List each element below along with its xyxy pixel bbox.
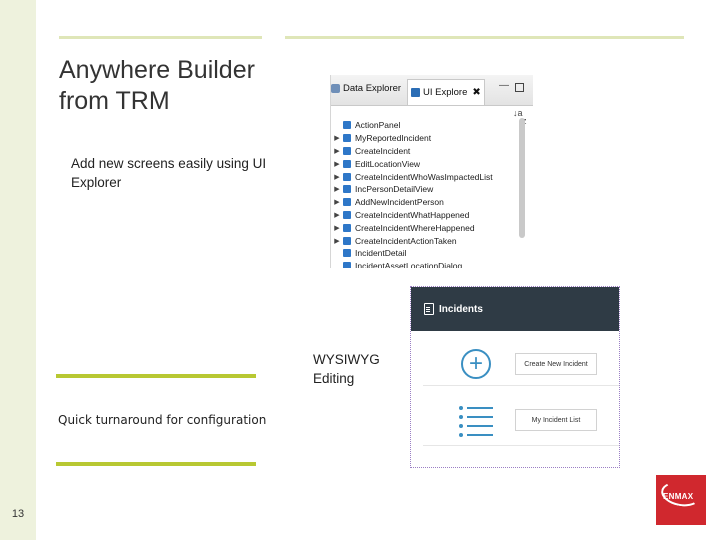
left-strip [0,0,36,540]
top-divider-right [285,36,684,39]
tree-item-label: EditLocationView [355,158,421,169]
tree-item-label: IncPersonDetailView [355,184,434,195]
screen-node-icon [343,146,351,155]
screen-node-icon [343,223,351,232]
add-circle-icon[interactable]: + [461,349,491,379]
tree-item-label: MyReportedIncident [355,133,432,144]
tree-item[interactable]: ▶ EditLocationView [331,157,521,170]
tree-item-label: IncidentAssetLocationDialog [355,261,463,268]
tree-item[interactable]: IncidentDetail [331,247,521,260]
tab-ui-explorer-label: UI Explore [423,87,468,98]
tree-item-label: CreateIncidentWhatHappened [355,209,470,220]
screen-node-icon [343,262,351,268]
wysiwyg-preview: Incidents + Create New Incident My Incid… [410,286,620,468]
tree-item-label: CreateIncidentActionTaken [355,235,457,246]
tree-item-label: CreateIncident [355,145,411,156]
wysiwyg-caption-line-1: WYSIWYG [313,352,380,367]
tree-item-label: CreateIncidentWhoWasImpactedList [355,171,493,182]
explorer-tab-bar: Data Explorer UI Explore ✖ ― [331,75,533,106]
top-divider-left [59,36,262,39]
expand-arrow-icon[interactable]: ▶ [331,211,343,219]
create-incident-row: + Create New Incident [423,339,619,386]
database-icon [331,84,340,93]
logo-text: ENMAX [663,492,694,501]
slide-title: Anywhere Builder from TRM [59,55,255,117]
wysiwyg-caption: WYSIWYG Editing [313,350,380,388]
maximize-icon[interactable] [515,83,524,92]
screen-node-icon [343,249,351,258]
tree-item[interactable]: ▶ AddNewIncidentPerson [331,196,521,209]
explorer-tree: ActionPanel ▶ MyReportedIncident ▶ CreateInc… [331,119,521,268]
tree-item[interactable]: ▶ MyReportedIncident [331,132,521,145]
tree-item-label: IncidentDetail [355,248,407,259]
tree-item-label: ActionPanel [355,120,401,131]
document-icon [424,303,434,315]
expand-arrow-icon[interactable]: ▶ [331,237,343,245]
ui-explorer-icon [411,88,420,97]
expand-arrow-icon[interactable]: ▶ [331,185,343,193]
expand-arrow-icon[interactable]: ▶ [331,160,343,168]
tree-item[interactable]: IncidentAssetLocationDialog [331,260,521,268]
tree-item[interactable]: ActionPanel [331,119,521,132]
screen-node-icon [343,172,351,181]
tree-item-label: AddNewIncidentPerson [355,197,444,208]
incident-list-row: My Incident List [423,399,619,446]
screen-node-icon [343,159,351,168]
screen-node-icon [343,236,351,245]
tree-item-label: CreateIncidentWhereHappened [355,222,475,233]
tree-item[interactable]: ▶ IncPersonDetailView [331,183,521,196]
expand-arrow-icon[interactable]: ▶ [331,147,343,155]
expand-arrow-icon[interactable]: ▶ [331,198,343,206]
explorer-scrollbar[interactable] [519,118,525,238]
list-icon[interactable] [459,405,495,437]
expand-arrow-icon[interactable]: ▶ [331,134,343,142]
incidents-header: Incidents [411,287,619,331]
bottom-divider [56,462,256,466]
my-incident-list-button[interactable]: My Incident List [515,409,597,431]
tree-item[interactable]: ▶ CreateIncident [331,145,521,158]
tree-item[interactable]: ▶ CreateIncidentActionTaken [331,234,521,247]
tab-ui-explorer[interactable]: UI Explore ✖ [407,79,485,105]
tree-item[interactable]: ▶ CreateIncidentWhereHappened [331,221,521,234]
expand-arrow-icon[interactable]: ▶ [331,173,343,181]
title-line-2: from TRM [59,87,170,115]
incidents-title: Incidents [439,303,483,315]
page-number: 13 [11,508,25,520]
title-line-1: Anywhere Builder [59,56,255,84]
tree-item[interactable]: ▶ CreateIncidentWhatHappened [331,209,521,222]
close-tab-icon[interactable]: ✖ [472,87,480,98]
mid-divider [56,374,256,378]
screen-node-icon [343,134,351,143]
ui-explorer-caption: Add new screens easily using UI Explorer [71,156,267,190]
screen-node-icon [343,210,351,219]
tree-item[interactable]: ▶ CreateIncidentWhoWasImpactedList [331,170,521,183]
screen-node-icon [343,121,351,130]
ui-explorer-panel: Data Explorer UI Explore ✖ ― ↓a z Action… [330,75,533,268]
expand-arrow-icon[interactable]: ▶ [331,224,343,232]
quick-turnaround-caption: Quick turnaround for configuration [58,413,267,427]
create-new-incident-button[interactable]: Create New Incident [515,353,597,375]
wysiwyg-caption-line-2: Editing [313,371,355,386]
enmax-logo: ENMAX [656,475,706,525]
tab-data-explorer-label: Data Explorer [343,83,402,94]
minimize-icon[interactable]: ― [499,80,509,91]
tab-data-explorer[interactable]: Data Explorer [331,83,401,94]
screen-node-icon [343,198,351,207]
screen-node-icon [343,185,351,194]
